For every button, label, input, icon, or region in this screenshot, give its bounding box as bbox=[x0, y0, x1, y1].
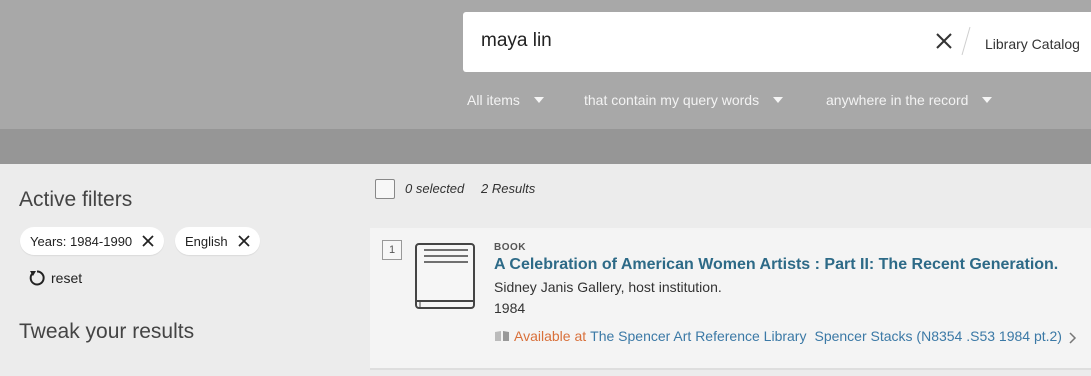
filter-chip-language: English bbox=[175, 227, 260, 255]
search-scope[interactable]: Library Catalog bbox=[985, 36, 1080, 52]
tweak-results-heading: Tweak your results bbox=[19, 320, 195, 343]
availability-link[interactable]: Available at The Spencer Art Reference L… bbox=[494, 328, 1062, 344]
active-filters-heading: Active filters bbox=[19, 188, 133, 211]
divider bbox=[370, 368, 1091, 370]
book-open-icon bbox=[495, 331, 509, 341]
filter-chip-label: English bbox=[185, 233, 228, 249]
dropdown-item-type[interactable]: All items bbox=[467, 92, 544, 108]
shelf-location: Spencer Stacks (N8354 .S53 1984 pt.2) bbox=[814, 328, 1062, 344]
select-all-checkbox[interactable] bbox=[375, 179, 395, 199]
availability-status: Available at bbox=[514, 328, 587, 344]
dropdown-label: that contain my query words bbox=[584, 92, 760, 108]
result-author: Sidney Janis Gallery, host institution. bbox=[494, 279, 722, 295]
dropdown-field[interactable]: anywhere in the record bbox=[826, 92, 993, 108]
result-item: 1 BOOK A Celebration of American Women A… bbox=[370, 228, 1091, 368]
chevron-down-icon bbox=[773, 97, 784, 103]
result-number: 1 bbox=[382, 240, 402, 260]
filter-chip-label: Years: 1984-1990 bbox=[30, 233, 133, 249]
chevron-right-icon[interactable] bbox=[1068, 332, 1077, 344]
reset-label: reset bbox=[51, 270, 83, 286]
header-band bbox=[0, 129, 1091, 164]
dropdown-label: All items bbox=[467, 92, 520, 108]
close-icon[interactable] bbox=[933, 30, 955, 52]
search-box: Library Catalog bbox=[463, 12, 1091, 72]
library-name: The Spencer Art Reference Library bbox=[590, 328, 807, 344]
result-type: BOOK bbox=[494, 242, 526, 253]
result-title-link[interactable]: A Celebration of American Women Artists … bbox=[494, 256, 1058, 274]
reset-button[interactable]: reset bbox=[27, 268, 82, 288]
dropdown-label: anywhere in the record bbox=[826, 92, 969, 108]
selected-count: 0 selected bbox=[405, 181, 465, 196]
result-year: 1984 bbox=[494, 300, 526, 316]
filter-chip-years: Years: 1984-1990 bbox=[20, 227, 165, 255]
dropdown-match-type[interactable]: that contain my query words bbox=[584, 92, 784, 108]
close-icon[interactable] bbox=[142, 235, 154, 247]
results-count: 2 Results bbox=[481, 181, 536, 196]
close-icon[interactable] bbox=[238, 235, 250, 247]
book-icon bbox=[415, 243, 475, 309]
search-input[interactable] bbox=[481, 26, 921, 56]
chevron-down-icon bbox=[982, 97, 993, 103]
reset-icon bbox=[29, 270, 45, 286]
chevron-down-icon bbox=[533, 97, 544, 103]
divider bbox=[961, 26, 971, 56]
